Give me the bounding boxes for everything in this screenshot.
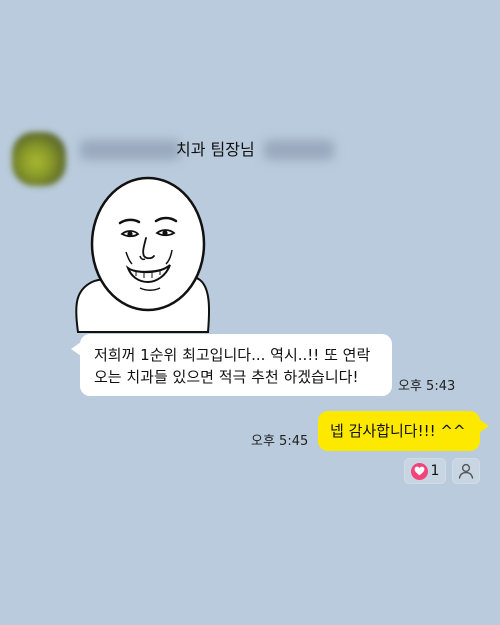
sticker-face-icon: [75, 176, 210, 333]
chat-room: 치과 팀장님 저희꺼 1순위 최고입니다... 역시..!! 또 연락 오는 치…: [0, 0, 500, 625]
heart-icon: [410, 462, 428, 480]
person-icon: [458, 463, 474, 479]
outgoing-message-bubble[interactable]: 넵 감사합니다!!! ^^: [318, 411, 489, 451]
incoming-message-bubble[interactable]: 저희꺼 1순위 최고입니다... 역시..!! 또 연락 오는 치과들 있으면 …: [71, 334, 392, 396]
incoming-message-line-1: 저희꺼 1순위 최고입니다... 역시..!! 또 연락: [94, 346, 371, 364]
incoming-message-time: 오후 5:43: [398, 379, 456, 394]
name-blur-right: [264, 140, 334, 160]
sender-avatar[interactable]: [12, 132, 66, 186]
incoming-message-line-2: 오는 치과들 있으면 적극 추천 하겠습니다!: [94, 368, 359, 386]
sender-name[interactable]: 치과 팀장님: [176, 138, 255, 162]
name-blur-left: [80, 140, 180, 160]
like-count: 1: [430, 463, 440, 479]
outgoing-message-time: 오후 5:45: [251, 434, 309, 449]
reaction-members-button[interactable]: [452, 458, 480, 484]
sticker-message[interactable]: [74, 176, 216, 334]
like-reaction-button[interactable]: 1: [404, 458, 446, 484]
